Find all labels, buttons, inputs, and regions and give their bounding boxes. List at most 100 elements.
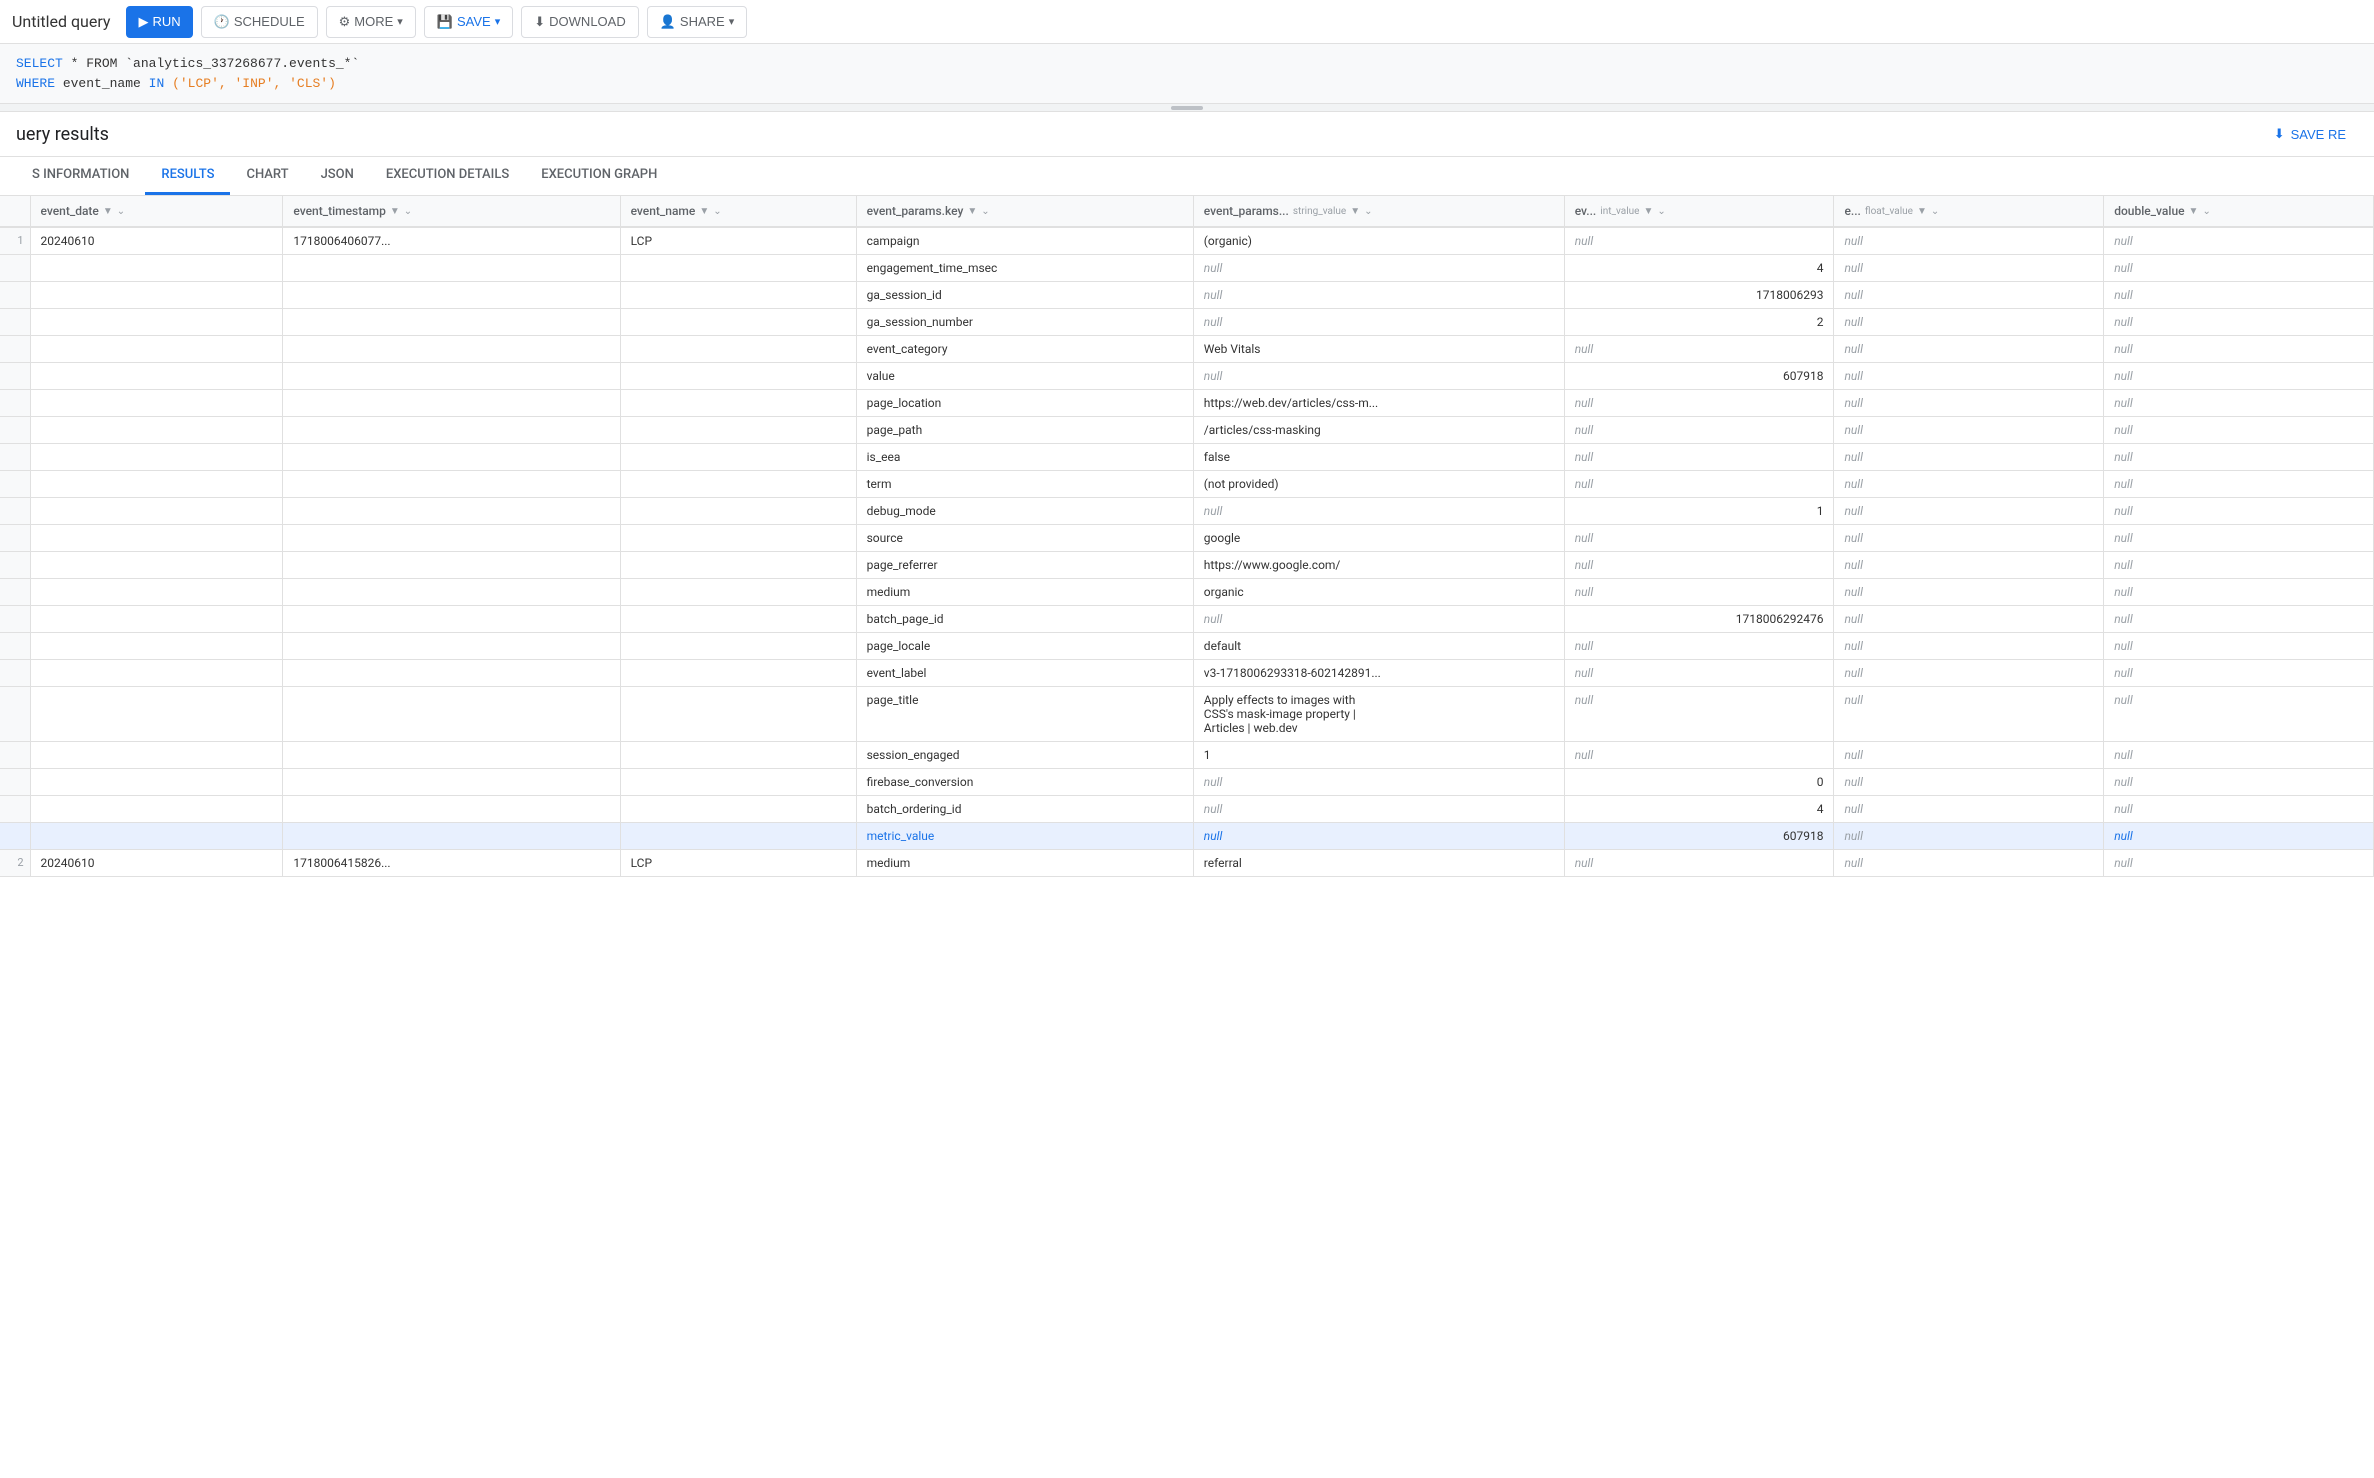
cell-event-timestamp — [283, 606, 620, 633]
cell-event-date — [30, 606, 283, 633]
results-table-container[interactable]: event_date ▼ ⌄ event_timestamp ▼ ⌄ — [0, 196, 2374, 1470]
cell-event-name — [620, 444, 856, 471]
sql-select-keyword: SELECT — [16, 56, 63, 71]
tab-execution-graph[interactable]: EXECUTION GRAPH — [525, 157, 673, 195]
filter-icon: ⌄ — [981, 206, 989, 217]
col-header-event-date[interactable]: event_date ▼ ⌄ — [30, 196, 283, 227]
cell-int-value: null — [1564, 579, 1834, 606]
cell-double-value: null — [2104, 606, 2374, 633]
cell-double-value: null — [2104, 769, 2374, 796]
cell-float-value: null — [1834, 471, 2104, 498]
cell-float-value: null — [1834, 255, 2104, 282]
sort-icon: ▼ — [2189, 206, 2199, 217]
cell-string-value: null — [1193, 363, 1564, 390]
col-header-rownum — [0, 196, 30, 227]
tabs-bar: S INFORMATION RESULTS CHART JSON EXECUTI… — [0, 157, 2374, 196]
cell-int-value: 2 — [1564, 309, 1834, 336]
col-resize[interactable] — [616, 196, 620, 226]
cell-event-name — [620, 390, 856, 417]
tab-json[interactable]: JSON — [305, 157, 370, 195]
cell-double-value: null — [2104, 687, 2374, 742]
schedule-button[interactable]: 🕐 SCHEDULE — [201, 6, 318, 38]
save-results-button[interactable]: ⬇ SAVE RE — [2262, 120, 2358, 148]
resize-handle[interactable] — [0, 104, 2374, 112]
cell-event-timestamp — [283, 742, 620, 769]
cell-int-value: 0 — [1564, 769, 1834, 796]
results-table: event_date ▼ ⌄ event_timestamp ▼ ⌄ — [0, 196, 2374, 877]
sort-icon: ▼ — [1350, 206, 1360, 217]
run-button[interactable]: ▶ RUN — [126, 6, 192, 38]
cell-event-timestamp — [283, 579, 620, 606]
sql-editor[interactable]: SELECT * FROM `analytics_337268677.event… — [0, 44, 2374, 104]
tab-results[interactable]: RESULTS — [145, 157, 230, 195]
cell-event-timestamp — [283, 444, 620, 471]
cell-float-value: null — [1834, 336, 2104, 363]
cell-event-name — [620, 742, 856, 769]
cell-event-timestamp — [283, 336, 620, 363]
cell-string-value: null — [1193, 309, 1564, 336]
download-icon: ⬇ — [534, 14, 545, 30]
row-number — [0, 363, 30, 390]
cell-float-value: null — [1834, 633, 2104, 660]
save-results-label: SAVE RE — [2291, 127, 2346, 142]
cell-param-key: event_category — [856, 336, 1193, 363]
cell-param-key: is_eea — [856, 444, 1193, 471]
cell-event-date — [30, 660, 283, 687]
tab-chart[interactable]: CHART — [230, 157, 304, 195]
cell-event-timestamp — [283, 552, 620, 579]
cell-int-value: null — [1564, 417, 1834, 444]
cell-event-date — [30, 417, 283, 444]
cell-event-date: 20240610 — [30, 227, 283, 255]
cell-string-value: null — [1193, 255, 1564, 282]
row-number — [0, 660, 30, 687]
cell-double-value: null — [2104, 255, 2374, 282]
col-resize[interactable] — [1189, 196, 1193, 226]
cell-string-value: https://web.dev/articles/css-m... — [1193, 390, 1564, 417]
col-resize[interactable] — [1829, 196, 1833, 226]
sort-icon: ▼ — [103, 206, 113, 217]
cell-float-value: null — [1834, 850, 2104, 877]
row-number — [0, 687, 30, 742]
tab-execution-details[interactable]: EXECUTION DETAILS — [370, 157, 525, 195]
cell-param-key: medium — [856, 850, 1193, 877]
cell-string-value: google — [1193, 525, 1564, 552]
cell-int-value: null — [1564, 471, 1834, 498]
cell-double-value: null — [2104, 850, 2374, 877]
cell-event-date — [30, 336, 283, 363]
col-header-params-key[interactable]: event_params.key ▼ ⌄ — [856, 196, 1193, 227]
cell-event-name — [620, 363, 856, 390]
col-resize[interactable] — [2369, 196, 2373, 226]
gear-icon: ⚙ — [339, 14, 351, 30]
share-button[interactable]: 👤 SHARE ▾ — [647, 6, 748, 38]
cell-param-key: source — [856, 525, 1193, 552]
sort-icon: ▼ — [1917, 206, 1927, 217]
cell-double-value: null — [2104, 417, 2374, 444]
cell-double-value: null — [2104, 633, 2374, 660]
cell-param-key: ga_session_id — [856, 282, 1193, 309]
cell-param-key: page_location — [856, 390, 1193, 417]
col-header-int-value[interactable]: ev... int_value ▼ ⌄ — [1564, 196, 1834, 227]
col-resize[interactable] — [852, 196, 856, 226]
col-header-double-value[interactable]: double_value ▼ ⌄ — [2104, 196, 2374, 227]
cell-param-key: value — [856, 363, 1193, 390]
save-button[interactable]: 💾 SAVE ▾ — [424, 6, 513, 38]
tab-schema-information[interactable]: S INFORMATION — [16, 157, 145, 195]
cell-event-timestamp: 1718006415826... — [283, 850, 620, 877]
cell-int-value: 1718006293 — [1564, 282, 1834, 309]
col-resize[interactable] — [278, 196, 282, 226]
row-number — [0, 444, 30, 471]
col-header-float-value[interactable]: e... float_value ▼ ⌄ — [1834, 196, 2104, 227]
cell-event-name — [620, 309, 856, 336]
col-header-event-name[interactable]: event_name ▼ ⌄ — [620, 196, 856, 227]
filter-icon: ⌄ — [2202, 206, 2210, 217]
col-header-string-value[interactable]: event_params... string_value ▼ ⌄ — [1193, 196, 1564, 227]
cell-string-value: default — [1193, 633, 1564, 660]
col-header-event-timestamp[interactable]: event_timestamp ▼ ⌄ — [283, 196, 620, 227]
sql-in-keyword: IN — [149, 76, 165, 91]
cell-float-value: null — [1834, 823, 2104, 850]
col-resize[interactable] — [2099, 196, 2103, 226]
download-button[interactable]: ⬇ DOWNLOAD — [521, 6, 638, 38]
cell-param-key: campaign — [856, 227, 1193, 255]
col-resize[interactable] — [1560, 196, 1564, 226]
more-button[interactable]: ⚙ MORE ▾ — [326, 6, 416, 38]
